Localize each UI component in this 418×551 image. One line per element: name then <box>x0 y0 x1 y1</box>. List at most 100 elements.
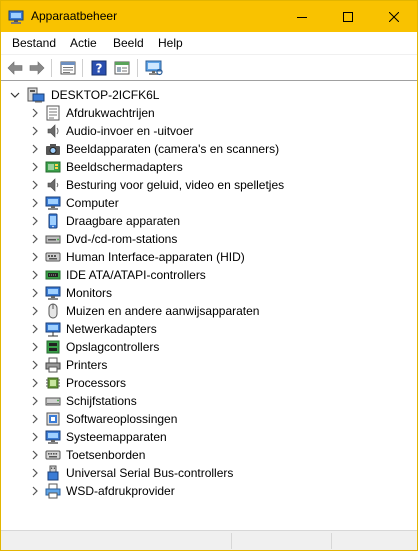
chevron-right-icon[interactable] <box>31 144 39 154</box>
device-manager-window: Apparaatbeheer Bestand Actie Beeld Help <box>0 0 418 551</box>
tree-node-label: Beeldapparaten (camera's en scanners) <box>66 142 280 156</box>
tree-node-label: Besturing voor geluid, video en spelletj… <box>66 178 285 192</box>
tree-root-node[interactable]: DESKTOP-2ICFK6L <box>10 86 159 104</box>
tree-node-label: Systeemapparaten <box>66 430 167 444</box>
tree-node-label: Printers <box>66 358 108 372</box>
tree-node[interactable]: Dvd-/cd-rom-stations <box>31 230 177 248</box>
view-button[interactable] <box>113 59 131 77</box>
chevron-right-icon[interactable] <box>31 216 39 226</box>
tree-node-label: Draagbare apparaten <box>66 214 181 228</box>
ide-controller-icon <box>45 270 61 280</box>
chevron-right-icon[interactable] <box>31 198 39 208</box>
menu-beeld[interactable]: Beeld <box>113 36 144 50</box>
forward-button[interactable] <box>28 59 46 77</box>
chevron-right-icon[interactable] <box>31 180 39 190</box>
tree-node[interactable]: Schijfstations <box>31 392 137 410</box>
chevron-right-icon[interactable] <box>31 378 39 388</box>
chevron-right-icon[interactable] <box>31 324 39 334</box>
toolbar-separator <box>137 59 138 77</box>
tree-node-label: Beeldschermadapters <box>66 160 183 174</box>
chevron-right-icon[interactable] <box>31 306 39 316</box>
status-bar <box>1 530 417 550</box>
disk-drive-icon <box>45 397 61 406</box>
minimize-button[interactable] <box>279 1 325 32</box>
back-arrow-icon <box>7 61 23 75</box>
software-icon <box>46 412 60 426</box>
tree-node[interactable]: Beeldapparaten (camera's en scanners) <box>31 140 279 158</box>
chevron-right-icon[interactable] <box>31 450 39 460</box>
chevron-right-icon[interactable] <box>31 162 39 172</box>
minimize-icon <box>297 16 307 18</box>
properties-button[interactable] <box>59 59 77 77</box>
chevron-right-icon[interactable] <box>31 468 39 478</box>
speaker-icon <box>47 124 59 138</box>
tree-node[interactable]: Universal Serial Bus-controllers <box>31 464 233 482</box>
help-button[interactable]: ? <box>90 59 108 77</box>
svg-text:?: ? <box>96 62 103 76</box>
tree-node-label: IDE ATA/ATAPI-controllers <box>66 268 206 282</box>
tree-node[interactable]: Muizen en andere aanwijsapparaten <box>31 302 259 320</box>
chevron-down-icon[interactable] <box>10 90 20 100</box>
tree-node[interactable]: Opslagcontrollers <box>31 338 159 356</box>
chevron-right-icon[interactable] <box>31 396 39 406</box>
chevron-right-icon[interactable] <box>31 288 39 298</box>
close-icon <box>389 11 399 22</box>
device-tree[interactable]: DESKTOP-2ICFK6L Afdrukwachtrijen Audio-in… <box>1 82 417 530</box>
tree-node[interactable]: Processors <box>31 374 126 392</box>
network-adapter-icon <box>45 322 61 337</box>
toolbar-separator <box>82 59 83 77</box>
tree-node[interactable]: Netwerkadapters <box>31 320 157 338</box>
tree-node-label: Schijfstations <box>66 394 137 408</box>
menu-actie[interactable]: Actie <box>70 36 97 50</box>
title-bar[interactable]: Apparaatbeheer <box>1 1 417 32</box>
chevron-right-icon[interactable] <box>31 342 39 352</box>
storage-controller-icon <box>46 340 60 354</box>
tree-node[interactable]: Systeemapparaten <box>31 428 167 446</box>
tree-node[interactable]: Printers <box>31 356 107 374</box>
maximize-button[interactable] <box>325 1 371 32</box>
disc-icon <box>45 235 61 244</box>
tree-node[interactable]: Human Interface-apparaten (HID) <box>31 248 245 266</box>
tree-node[interactable]: Softwareoplossingen <box>31 410 177 428</box>
computer-icon <box>27 87 45 103</box>
chevron-right-icon[interactable] <box>31 360 39 370</box>
menu-help[interactable]: Help <box>158 36 183 50</box>
tree-node[interactable]: Afdrukwachtrijen <box>31 104 155 122</box>
status-separator <box>331 533 332 549</box>
scan-hardware-button[interactable] <box>145 59 163 77</box>
chevron-right-icon[interactable] <box>31 126 39 136</box>
tree-node-label: Processors <box>66 376 127 390</box>
chevron-right-icon[interactable] <box>31 486 39 496</box>
tree-node-label: Audio-invoer en -uitvoer <box>66 124 194 138</box>
tree-node-label: Computer <box>66 196 119 210</box>
back-button[interactable] <box>6 59 24 77</box>
tree-node[interactable]: Beeldschermadapters <box>31 158 183 176</box>
tree-node[interactable]: Audio-invoer en -uitvoer <box>31 122 193 140</box>
wsd-printer-icon <box>45 483 61 499</box>
tree-node[interactable]: Besturing voor geluid, video en spelletj… <box>31 176 284 194</box>
chevron-right-icon[interactable] <box>31 252 39 262</box>
chevron-right-icon[interactable] <box>31 270 39 280</box>
tree-node-label: Monitors <box>66 286 113 300</box>
tree-node[interactable]: WSD-afdrukprovider <box>31 482 175 500</box>
system-device-icon <box>45 430 61 444</box>
processor-icon <box>46 377 60 389</box>
tree-node-label: Softwareoplossingen <box>66 412 178 426</box>
chevron-right-icon[interactable] <box>31 234 39 244</box>
tree-node[interactable]: Toetsenborden <box>31 446 145 464</box>
chevron-right-icon[interactable] <box>31 108 39 118</box>
device-manager-icon <box>8 10 24 24</box>
tree-node[interactable]: Draagbare apparaten <box>31 212 180 230</box>
monitor-icon <box>45 196 61 210</box>
tree-node[interactable]: IDE ATA/ATAPI-controllers <box>31 266 206 284</box>
camera-icon <box>46 144 60 155</box>
tree-node[interactable]: Computer <box>31 194 119 212</box>
chevron-right-icon[interactable] <box>31 432 39 442</box>
tree-node[interactable]: Monitors <box>31 284 112 302</box>
tree-node-label: WSD-afdrukprovider <box>66 484 175 498</box>
printer-queue-icon <box>46 105 60 121</box>
printer-icon <box>45 357 61 373</box>
chevron-right-icon[interactable] <box>31 414 39 424</box>
close-button[interactable] <box>371 1 417 32</box>
menu-bestand[interactable]: Bestand <box>12 36 56 50</box>
